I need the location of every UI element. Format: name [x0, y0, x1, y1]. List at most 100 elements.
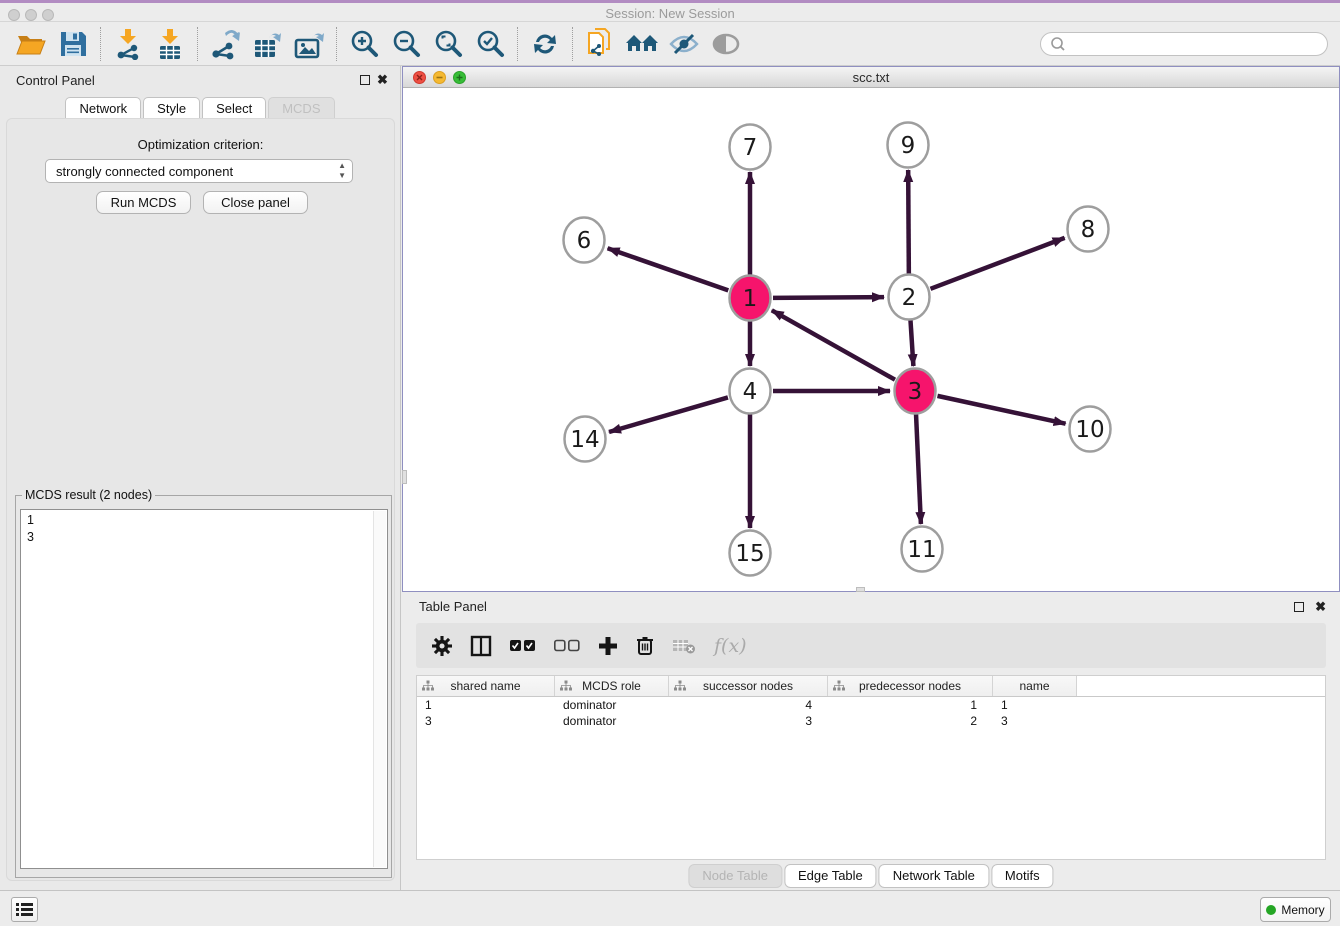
result-scrollbar[interactable] — [373, 511, 386, 867]
network-canvas[interactable]: 1 2 3 4 6 7 8 9 10 11 14 15 — [403, 88, 1339, 591]
table-cell[interactable]: 3 — [417, 713, 555, 729]
graph-node-6[interactable]: 6 — [564, 218, 605, 263]
copy-network-button[interactable] — [579, 25, 621, 63]
table-cell[interactable]: 1 — [828, 697, 993, 713]
graph-node-7[interactable]: 7 — [730, 125, 771, 170]
zoom-fit-button[interactable] — [427, 25, 469, 63]
zoom-fit-icon — [433, 29, 463, 59]
memory-label: Memory — [1281, 903, 1324, 917]
graph-node-10[interactable]: 10 — [1070, 407, 1111, 452]
table-cell[interactable]: 3 — [993, 713, 1077, 729]
run-mcds-button[interactable]: Run MCDS — [96, 191, 191, 214]
tab-mcds[interactable]: MCDS — [268, 97, 334, 120]
task-history-button[interactable] — [11, 897, 38, 922]
import-table-button[interactable] — [149, 25, 191, 63]
edge-2-8[interactable] — [931, 238, 1065, 289]
table-body: 1dominator4113dominator323 — [417, 697, 1325, 729]
list-icon — [16, 902, 33, 917]
close-table-panel-icon[interactable]: ✖ — [1315, 602, 1326, 612]
column-header-name[interactable]: name — [993, 676, 1077, 696]
tab-node-table[interactable]: Node Table — [688, 864, 782, 888]
table-row[interactable]: 1dominator411 — [417, 697, 1325, 713]
zoom-selected-button[interactable] — [469, 25, 511, 63]
export-image-button[interactable] — [288, 25, 330, 63]
table-cell[interactable]: dominator — [555, 697, 669, 713]
tab-network-table[interactable]: Network Table — [879, 864, 989, 888]
refresh-button[interactable] — [524, 25, 566, 63]
show-panel-eye-button[interactable] — [705, 25, 747, 63]
edge-2-9[interactable] — [908, 170, 909, 274]
graph-node-4[interactable]: 4 — [730, 369, 771, 414]
zoom-out-button[interactable] — [385, 25, 427, 63]
delete-column-button[interactable] — [636, 635, 654, 656]
mcds-result-textarea[interactable]: 13 — [20, 509, 388, 869]
table-cell[interactable]: dominator — [555, 713, 669, 729]
toolbar-separator — [336, 27, 337, 61]
memory-button[interactable]: Memory — [1260, 897, 1331, 922]
network-graph[interactable]: 1 2 3 4 6 7 8 9 10 11 14 15 — [403, 88, 1339, 591]
save-session-button[interactable] — [52, 25, 94, 63]
svg-text:9: 9 — [901, 133, 916, 159]
control-panel-tabs: NetworkStyleSelectMCDS — [0, 97, 400, 120]
tab-motifs[interactable]: Motifs — [991, 864, 1054, 888]
edge-3-10[interactable] — [937, 396, 1065, 424]
settings-gear-button[interactable] — [432, 636, 452, 656]
edge-3-11[interactable] — [916, 414, 921, 524]
table-cell[interactable]: 3 — [669, 713, 828, 729]
float-table-panel-icon[interactable] — [1294, 602, 1304, 612]
node-table[interactable]: shared nameMCDS rolesuccessor nodesprede… — [416, 675, 1326, 860]
hierarchy-icon — [422, 680, 434, 692]
deselect-all-checks-button[interactable] — [554, 639, 580, 652]
toolbar-separator — [572, 27, 573, 61]
graph-node-14[interactable]: 14 — [565, 417, 606, 462]
edge-1-6[interactable] — [608, 248, 729, 290]
graph-node-9[interactable]: 9 — [888, 123, 929, 168]
export-table-button[interactable] — [246, 25, 288, 63]
close-panel-icon[interactable]: ✖ — [377, 75, 388, 85]
table-row[interactable]: 3dominator323 — [417, 713, 1325, 729]
hide-panel-eye-button[interactable] — [663, 25, 705, 63]
search-input[interactable] — [1069, 34, 1327, 54]
graph-node-3[interactable]: 3 — [895, 369, 936, 414]
tab-network[interactable]: Network — [65, 97, 141, 120]
graph-node-2[interactable]: 2 — [889, 275, 930, 320]
criterion-select[interactable]: strongly connected component ▲▼ — [45, 159, 353, 183]
table-cell[interactable]: 4 — [669, 697, 828, 713]
plus-icon — [598, 636, 618, 656]
zoom-in-button[interactable] — [343, 25, 385, 63]
splitter-handle-vertical[interactable] — [402, 470, 407, 484]
table-cell[interactable]: 1 — [993, 697, 1077, 713]
tab-edge-table[interactable]: Edge Table — [784, 864, 877, 888]
column-layout-button[interactable] — [470, 635, 492, 657]
column-header-successor-nodes[interactable]: successor nodes — [669, 676, 828, 696]
hierarchy-icon — [833, 680, 845, 692]
select-all-checks-button[interactable] — [510, 639, 536, 652]
edge-1-2[interactable] — [773, 297, 884, 298]
graph-node-15[interactable]: 15 — [730, 531, 771, 576]
delete-table-button[interactable] — [672, 638, 696, 654]
svg-text:4: 4 — [743, 379, 758, 405]
edge-3-1[interactable] — [772, 310, 895, 379]
open-file-button[interactable] — [10, 25, 52, 63]
graph-node-11[interactable]: 11 — [902, 527, 943, 572]
function-builder-button[interactable]: f(x) — [714, 635, 747, 657]
edge-4-14[interactable] — [609, 397, 728, 432]
graph-node-1[interactable]: 1 — [730, 276, 771, 321]
add-column-button[interactable] — [598, 636, 618, 656]
export-network-button[interactable] — [204, 25, 246, 63]
tab-style[interactable]: Style — [143, 97, 200, 120]
column-header-MCDS-role[interactable]: MCDS role — [555, 676, 669, 696]
network-window-titlebar[interactable]: scc.txt — [403, 67, 1339, 88]
home-pair-button[interactable] — [621, 25, 663, 63]
svg-text:7: 7 — [743, 135, 758, 161]
tab-select[interactable]: Select — [202, 97, 266, 120]
float-panel-icon[interactable] — [360, 75, 370, 85]
graph-node-8[interactable]: 8 — [1068, 207, 1109, 252]
table-cell[interactable]: 1 — [417, 697, 555, 713]
import-network-button[interactable] — [107, 25, 149, 63]
column-header-shared-name[interactable]: shared name — [417, 676, 555, 696]
column-header-predecessor-nodes[interactable]: predecessor nodes — [828, 676, 993, 696]
close-panel-button[interactable]: Close panel — [203, 191, 308, 214]
table-cell[interactable]: 2 — [828, 713, 993, 729]
edge-2-3[interactable] — [910, 320, 913, 366]
